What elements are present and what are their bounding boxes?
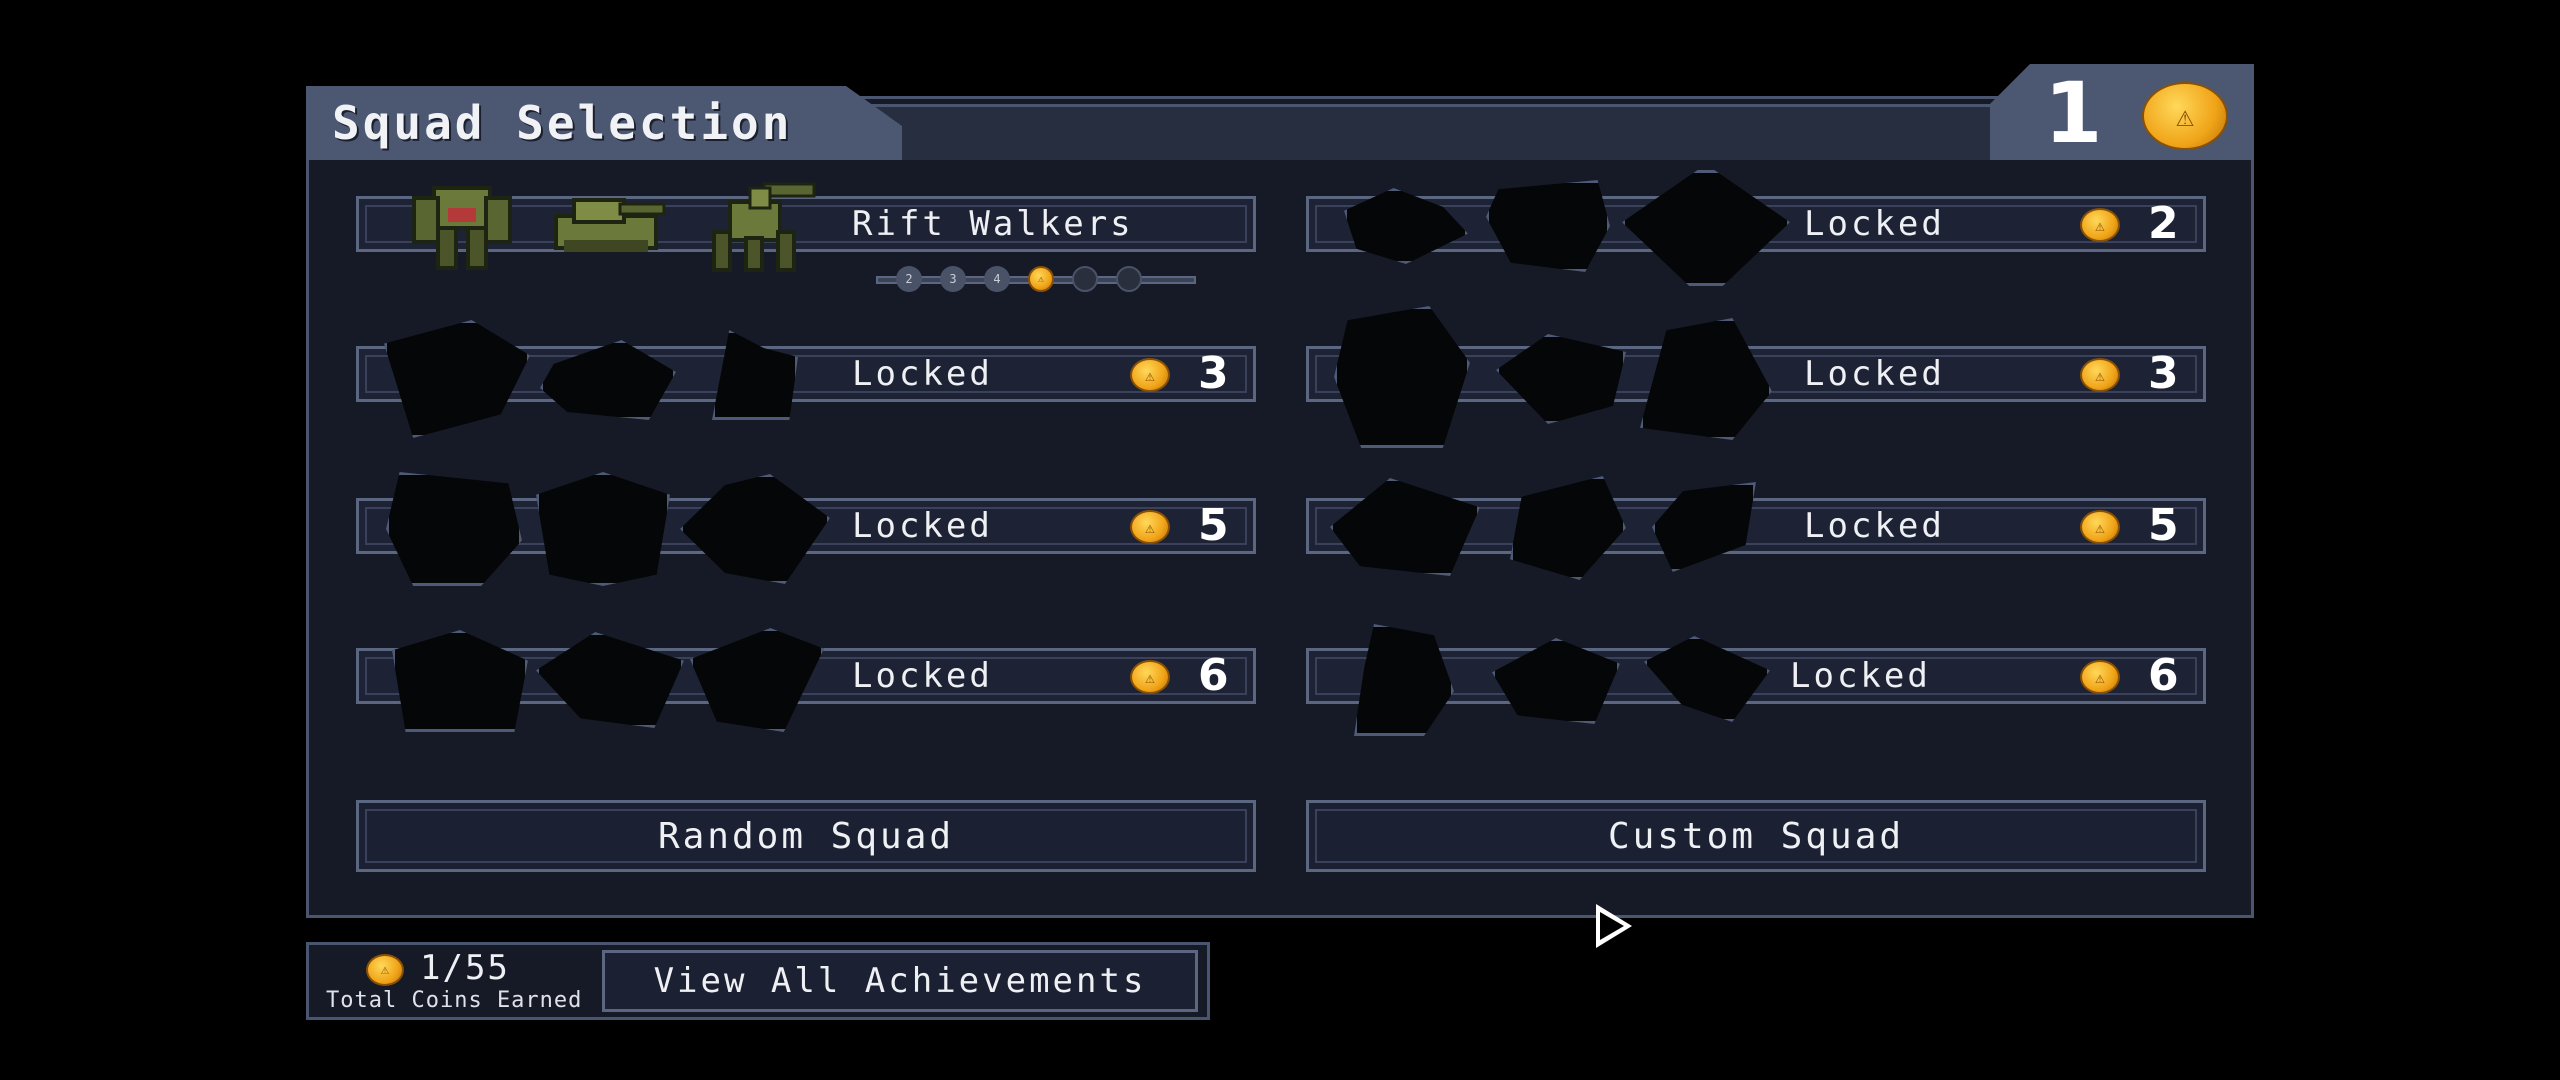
cost-coin-icon: ⚠ — [2080, 208, 2120, 242]
squad-locked-label: Locked — [1790, 656, 1931, 696]
cost-coin-icon: ⚠ — [1130, 510, 1170, 544]
squad-locked-label: Locked — [852, 656, 993, 696]
squad-cost: 5 — [2148, 500, 2179, 551]
medal-2: 2 — [896, 266, 922, 292]
cannon-mech-icon — [544, 186, 670, 258]
empty-medal-icon — [1072, 266, 1098, 292]
squad-cost: 3 — [1198, 348, 1229, 399]
squad-cost: 6 — [2148, 650, 2179, 701]
squad-locked-label: Locked — [852, 354, 993, 394]
squad-locked-label: Locked — [1804, 506, 1945, 546]
mouse-cursor-icon — [1596, 904, 1632, 948]
artillery-mech-icon — [694, 172, 820, 276]
squad-cost: 3 — [2148, 348, 2179, 399]
squad-locked-label: Locked — [1804, 354, 1945, 394]
squad-locked-label: Locked — [852, 506, 993, 546]
cost-coin-icon: ⚠ — [1130, 660, 1170, 694]
coin-balance: 1 — [2044, 64, 2103, 162]
random-squad-button[interactable]: Random Squad — [356, 800, 1256, 872]
medal-track: 2 3 4 ⚠ — [876, 266, 1196, 294]
total-coins-count: 1/55 — [420, 948, 510, 988]
squad-locked-label: Locked — [1804, 204, 1945, 244]
page-title: Squad Selection — [332, 96, 793, 150]
medal-3: 3 — [940, 266, 966, 292]
cost-coin-icon: ⚠ — [2080, 660, 2120, 694]
squad-cost: 5 — [1198, 500, 1229, 551]
cost-coin-icon: ⚠ — [1130, 358, 1170, 392]
coin-icon: ⚠ — [2142, 82, 2228, 150]
squad-cost: 2 — [2148, 198, 2179, 249]
cost-coin-icon: ⚠ — [2080, 510, 2120, 544]
coin-medal-icon: ⚠ — [1028, 266, 1054, 292]
cost-coin-icon: ⚠ — [2080, 358, 2120, 392]
locked-mech-silhouette-icon — [536, 472, 670, 586]
view-achievements-button[interactable]: View All Achievements — [602, 950, 1198, 1012]
empty-medal-icon — [1116, 266, 1142, 292]
combat-mech-icon — [404, 178, 520, 274]
total-coins-label: Total Coins Earned — [326, 988, 583, 1013]
custom-squad-button[interactable]: Custom Squad — [1306, 800, 2206, 872]
squad-name: Rift Walkers — [852, 204, 1134, 244]
medal-4: 4 — [984, 266, 1010, 292]
coin-icon: ⚠ — [366, 954, 404, 986]
squad-cost: 6 — [1198, 650, 1229, 701]
